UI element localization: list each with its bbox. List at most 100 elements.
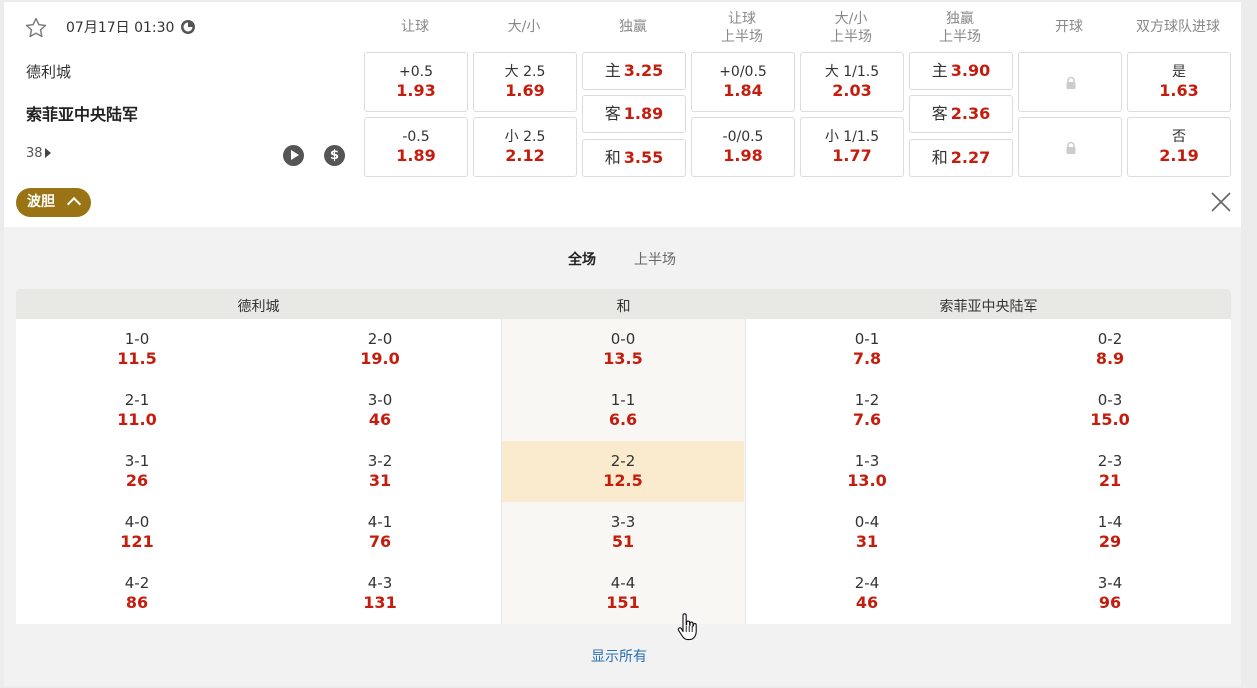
score-label: 1-4: [1097, 513, 1123, 531]
odds-moneyline-1h-home[interactable]: 主 3.90: [909, 52, 1013, 90]
correct-score-toggle-button[interactable]: 波胆: [16, 188, 91, 217]
score-cell[interactable]: 4-1 76: [320, 502, 440, 563]
odds-moneyline-1h-draw[interactable]: 和 2.27: [909, 139, 1013, 177]
score-label: 2-1: [124, 391, 150, 409]
favorite-star-icon[interactable]: [24, 16, 48, 40]
score-odds: 46: [855, 593, 879, 612]
score-cell[interactable]: 0-4 31: [807, 502, 927, 563]
show-all-link[interactable]: 显示所有: [591, 646, 647, 666]
score-odds: 6.6: [608, 410, 638, 429]
score-cell[interactable]: 4-3 131: [320, 563, 440, 624]
live-stream-play-icon[interactable]: [283, 145, 304, 166]
odds-value: 1.89: [396, 146, 436, 165]
chevron-up-icon: [66, 196, 82, 212]
score-cell[interactable]: 2-1 11.0: [77, 380, 197, 441]
score-cell[interactable]: 4-2 86: [77, 563, 197, 624]
odds-value: 1.89: [623, 104, 664, 123]
score-cell[interactable]: 1-3 13.0: [807, 441, 927, 502]
score-cell[interactable]: 3-4 96: [1050, 563, 1170, 624]
score-label: 0-1: [854, 330, 880, 348]
odds-moneyline-away[interactable]: 客 1.89: [582, 95, 686, 133]
score-cell[interactable]: 1-2 7.6: [807, 380, 927, 441]
odds-handicap-away[interactable]: -0.5 1.89: [364, 117, 468, 177]
odds-label: 主: [604, 61, 621, 80]
header-total-1h-line2: 上半场: [830, 29, 872, 45]
header-handicap-1h: 让球 上半场: [690, 10, 794, 46]
score-odds: 96: [1098, 593, 1122, 612]
score-cell[interactable]: 0-1 7.8: [807, 319, 927, 380]
lock-icon: [1066, 141, 1076, 154]
odds-total-over[interactable]: 大 2.5 1.69: [473, 52, 577, 112]
score-cell-hovered[interactable]: 2-2 12.5: [502, 441, 744, 502]
odds-moneyline-1h-away[interactable]: 客 2.36: [909, 95, 1013, 133]
score-cell[interactable]: 0-0 13.5: [563, 319, 683, 380]
score-label: 1-3: [854, 452, 880, 470]
odds-moneyline-home[interactable]: 主 3.25: [582, 52, 686, 90]
score-label: 2-0: [367, 330, 393, 348]
match-row: 07月17日 01:30 德利城 索菲亚中央陆军 38 $ 让球 大/小 独赢 …: [4, 2, 1241, 227]
score-cell[interactable]: 3-0 46: [320, 380, 440, 441]
kickoff-time: 07月17日 01:30: [66, 20, 175, 36]
correct-score-header: 德利城 和 索菲亚中央陆军: [16, 289, 1231, 319]
header-total: 大/小: [507, 19, 541, 35]
score-odds: 31: [855, 532, 879, 551]
score-cell[interactable]: 3-1 26: [77, 441, 197, 502]
away-team-name: 索菲亚中央陆军: [26, 105, 139, 124]
odds-label: 客: [931, 104, 948, 123]
score-cell[interactable]: 2-4 46: [807, 563, 927, 624]
odds-label: 是: [1172, 64, 1186, 80]
odds-label: +0/0.5: [719, 64, 767, 80]
score-cell[interactable]: 2-3 21: [1050, 441, 1170, 502]
odds-total-1h-under[interactable]: 小 1/1.5 1.77: [800, 117, 904, 177]
header-btts: 双方球队进球: [1136, 19, 1220, 35]
odds-handicap-1h-home[interactable]: +0/0.5 1.84: [691, 52, 795, 112]
odds-value: 1.69: [505, 81, 545, 100]
close-icon[interactable]: [1211, 192, 1231, 212]
score-odds: 7.8: [852, 349, 882, 368]
header-draw: 和: [616, 299, 631, 315]
header-moneyline: 独赢: [619, 19, 647, 35]
score-label: 0-3: [1097, 391, 1123, 409]
score-label: 4-0: [124, 513, 150, 531]
cash-out-dollar-icon[interactable]: $: [324, 145, 345, 166]
correct-score-panel: 全场 上半场 德利城 和 索菲亚中央陆军 1-0 11.5 2-1 11.0 3-1…: [4, 227, 1241, 686]
score-cell[interactable]: 3-2 31: [320, 441, 440, 502]
more-markets-link[interactable]: 38: [26, 146, 51, 161]
tab-full-time[interactable]: 全场: [568, 249, 596, 269]
score-cell[interactable]: 3-3 51: [563, 502, 683, 563]
odds-label: 小 1/1.5: [824, 129, 880, 145]
odds-moneyline-draw[interactable]: 和 3.55: [582, 139, 686, 177]
score-cell[interactable]: 1-4 29: [1050, 502, 1170, 563]
score-cell[interactable]: 4-0 121: [77, 502, 197, 563]
odds-first-goal-locked: [1018, 52, 1122, 112]
score-cell[interactable]: 1-1 6.6: [563, 380, 683, 441]
odds-handicap-1h-away[interactable]: -0/0.5 1.98: [691, 117, 795, 177]
score-label: 4-3: [367, 574, 393, 592]
score-cell[interactable]: 0-3 15.0: [1050, 380, 1170, 441]
score-odds: 12.5: [603, 471, 643, 490]
odds-value: 2.03: [832, 81, 872, 100]
odds-label: 大 2.5: [504, 64, 546, 80]
score-odds: 15.0: [1090, 410, 1130, 429]
odds-label: 大 1/1.5: [824, 64, 880, 80]
score-cell[interactable]: 1-0 11.5: [77, 319, 197, 380]
odds-btts-no[interactable]: 否 2.19: [1127, 117, 1231, 177]
header-first-goal: 开球: [1055, 19, 1083, 35]
odds-total-under[interactable]: 小 2.5 2.12: [473, 117, 577, 177]
caret-right-icon: [44, 147, 51, 158]
score-label: 4-2: [124, 574, 150, 592]
score-label: 1-2: [854, 391, 880, 409]
score-label: 3-4: [1097, 574, 1123, 592]
score-cell[interactable]: 0-2 8.9: [1050, 319, 1170, 380]
tab-first-half[interactable]: 上半场: [634, 249, 676, 269]
score-cell[interactable]: 2-0 19.0: [320, 319, 440, 380]
odds-handicap-home[interactable]: +0.5 1.93: [364, 52, 468, 112]
score-label: 0-4: [854, 513, 880, 531]
odds-btts-yes[interactable]: 是 1.63: [1127, 52, 1231, 112]
score-label: 0-2: [1097, 330, 1123, 348]
odds-label: 小 2.5: [504, 129, 546, 145]
odds-label: 和: [604, 148, 621, 167]
score-odds: 26: [125, 471, 149, 490]
score-cell[interactable]: 4-4 151: [563, 563, 683, 624]
odds-total-1h-over[interactable]: 大 1/1.5 2.03: [800, 52, 904, 112]
